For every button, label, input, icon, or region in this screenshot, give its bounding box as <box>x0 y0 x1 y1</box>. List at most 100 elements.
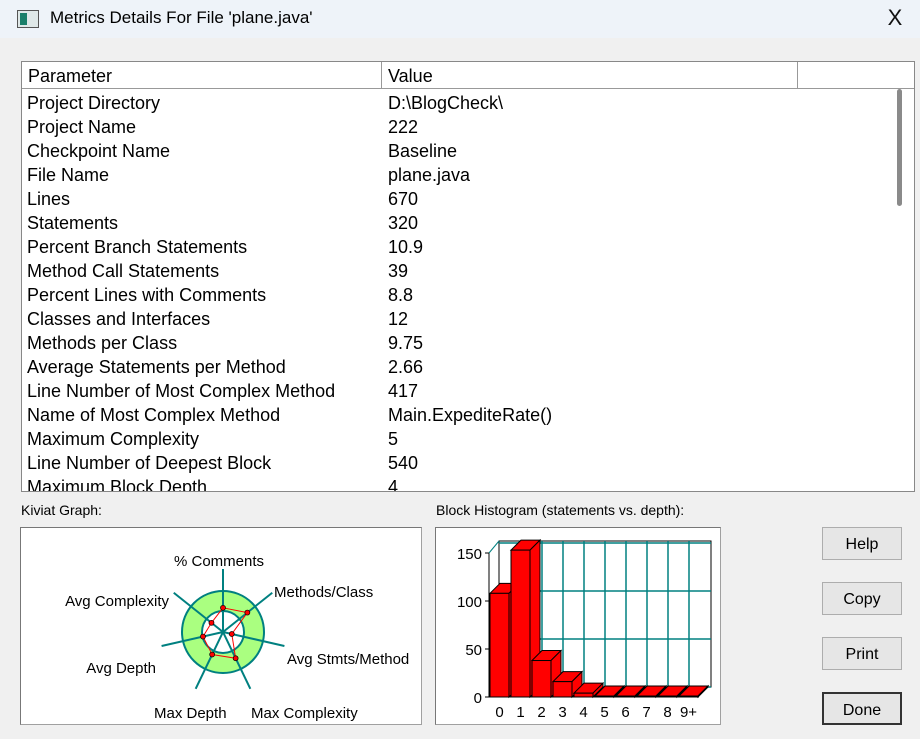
table-row[interactable]: Percent Branch Statements 10.9 <box>22 235 886 259</box>
column-header-parameter[interactable]: Parameter <box>22 62 382 88</box>
value-cell: Main.ExpediteRate() <box>388 405 553 425</box>
close-button[interactable]: X <box>878 2 912 34</box>
title-bar: Metrics Details For File 'plane.java' X <box>0 0 920 38</box>
value-cell: plane.java <box>388 165 471 185</box>
kiviat-point <box>208 619 215 626</box>
parameter-cell: Line Number of Deepest Block <box>27 453 272 473</box>
x-tick-label: 6 <box>621 704 629 721</box>
metrics-table: Parameter Value Project Directory D:\Blog… <box>21 61 915 492</box>
y-tick-label: 50 <box>465 642 482 659</box>
x-tick-label: 3 <box>558 704 566 721</box>
x-tick-label: 0 <box>495 704 503 721</box>
parameter-cell: Name of Most Complex Method <box>27 405 281 425</box>
x-tick-label: 4 <box>579 704 587 721</box>
table-row[interactable]: Statements 320 <box>22 211 886 235</box>
print-button[interactable]: Print <box>822 637 902 670</box>
kiviat-axis-label: Avg Complexity <box>65 593 169 610</box>
parameter-cell: Statements <box>27 213 119 233</box>
value-cell: 4 <box>388 477 399 492</box>
column-header-value[interactable]: Value <box>382 62 798 88</box>
kiviat-point <box>209 651 215 658</box>
table-row[interactable]: Method Call Statements 39 <box>22 259 886 283</box>
kiviat-axis-label: % Comments <box>174 553 264 570</box>
parameter-cell: File Name <box>27 165 110 185</box>
vertical-scrollbar[interactable] <box>886 89 914 491</box>
x-tick-label: 2 <box>537 704 545 721</box>
value-cell: 12 <box>388 309 409 329</box>
table-row[interactable]: Average Statements per Method 2.66 <box>22 355 886 379</box>
table-row[interactable]: Project Directory D:\BlogCheck\ <box>22 91 886 115</box>
bar <box>510 549 531 698</box>
table-header: Parameter Value <box>22 62 914 89</box>
table-row[interactable]: Lines 670 <box>22 187 886 211</box>
value-cell: D:\BlogCheck\ <box>388 93 504 113</box>
kiviat-point <box>232 655 239 662</box>
parameter-cell: Methods per Class <box>27 333 178 353</box>
parameter-cell: Maximum Block Depth <box>27 477 208 492</box>
table-row[interactable]: Checkpoint Name Baseline <box>22 139 886 163</box>
kiviat-point <box>200 633 206 640</box>
value-cell: 222 <box>388 117 419 137</box>
value-cell: Baseline <box>388 141 458 161</box>
table-row[interactable]: File Name plane.java <box>22 163 886 187</box>
table-row[interactable]: Classes and Interfaces 12 <box>22 307 886 331</box>
value-cell: 670 <box>388 189 419 209</box>
y-tick-label: 150 <box>457 546 482 563</box>
copy-button[interactable]: Copy <box>822 582 902 615</box>
table-row[interactable]: Line Number of Most Complex Method 417 <box>22 379 886 403</box>
parameter-cell: Average Statements per Method <box>27 357 286 377</box>
parameter-cell: Checkpoint Name <box>27 141 171 161</box>
x-tick-label: 5 <box>600 704 608 721</box>
parameter-cell: Project Name <box>27 117 137 137</box>
value-cell: 540 <box>388 453 419 473</box>
bar <box>552 681 573 698</box>
parameter-cell: Classes and Interfaces <box>27 309 211 329</box>
kiviat-label: Kiviat Graph: <box>21 502 102 518</box>
bar <box>573 692 594 698</box>
histogram-label: Block Histogram (statements vs. depth): <box>436 502 685 518</box>
table-body: Project Directory D:\BlogCheck\ Project Na… <box>22 91 886 492</box>
value-cell: 10.9 <box>388 237 424 257</box>
x-tick-label: 7 <box>642 704 650 721</box>
y-tick-label: 0 <box>474 690 482 707</box>
app-icon <box>17 10 39 28</box>
table-row[interactable]: Name of Most Complex Method Main.Expedite… <box>22 403 886 427</box>
done-button[interactable]: Done <box>822 692 902 725</box>
parameter-cell: Project Directory <box>27 93 161 113</box>
table-row[interactable]: Maximum Complexity 5 <box>22 427 886 451</box>
axis-edge <box>488 540 500 554</box>
column-header-empty[interactable] <box>798 62 914 88</box>
x-tick-label: 1 <box>516 704 524 721</box>
parameter-cell: Method Call Statements <box>27 261 220 281</box>
value-cell: 320 <box>388 213 419 233</box>
table-row[interactable]: Project Name 222 <box>22 115 886 139</box>
table-row[interactable]: Percent Lines with Comments 8.8 <box>22 283 886 307</box>
help-button[interactable]: Help <box>822 527 902 560</box>
x-tick-label: 9+ <box>680 704 697 721</box>
bar <box>531 660 552 698</box>
value-cell: 39 <box>388 261 409 281</box>
scrollbar-thumb[interactable] <box>897 89 902 206</box>
kiviat-axis-label: Max Complexity <box>251 705 358 722</box>
value-cell: 8.8 <box>388 285 414 305</box>
kiviat-point <box>244 609 251 616</box>
table-row[interactable]: Methods per Class 9.75 <box>22 331 886 355</box>
kiviat-axis-label: Max Depth <box>154 705 227 722</box>
parameter-cell: Maximum Complexity <box>27 429 200 449</box>
kiviat-svg: % Comments Methods/Class Avg Stmts/Method M… <box>65 553 409 722</box>
value-cell: 2.66 <box>388 357 424 377</box>
kiviat-axis-label: Methods/Class <box>274 584 373 601</box>
parameter-cell: Line Number of Most Complex Method <box>27 381 336 401</box>
window-title: Metrics Details For File 'plane.java' <box>50 8 313 27</box>
x-tick-label: 8 <box>663 704 671 721</box>
parameter-cell: Percent Branch Statements <box>27 237 248 257</box>
table-row[interactable]: Line Number of Deepest Block 540 <box>22 451 886 475</box>
parameter-cell: Lines <box>27 189 71 209</box>
y-tick-label: 100 <box>457 594 482 611</box>
kiviat-axis-label: Avg Stmts/Method <box>287 651 409 668</box>
value-cell: 417 <box>388 381 419 401</box>
parameter-cell: Percent Lines with Comments <box>27 285 267 305</box>
table-row[interactable]: Maximum Block Depth 4 <box>22 475 886 492</box>
kiviat-point <box>220 604 226 611</box>
bar <box>489 592 510 698</box>
